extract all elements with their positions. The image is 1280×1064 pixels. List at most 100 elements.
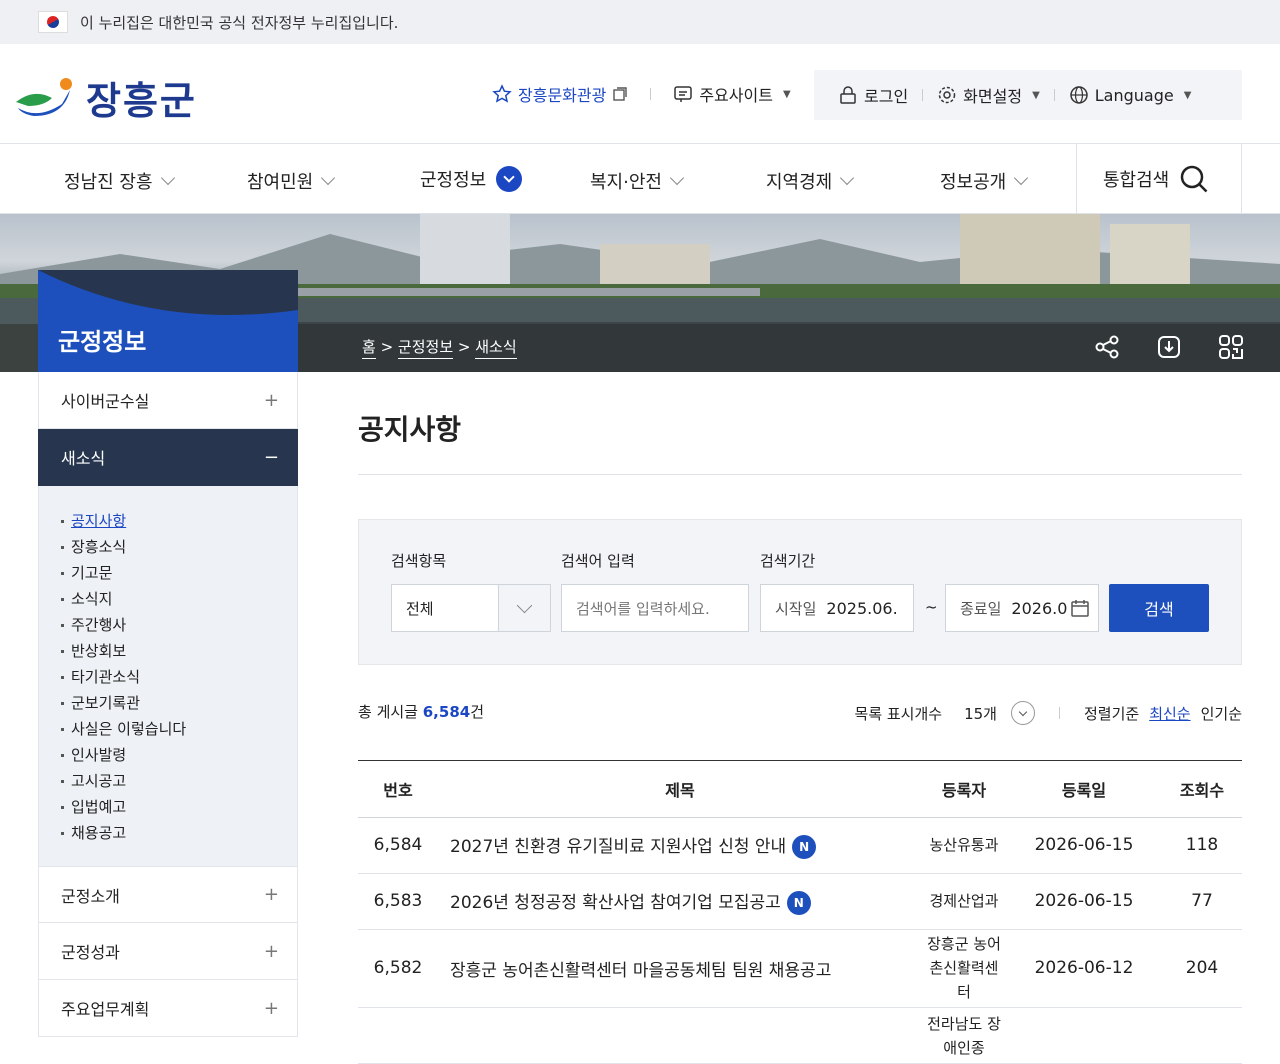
gnb-item-jeongnamjin[interactable]: 정남진 장흥 — [64, 168, 175, 194]
sort-popular[interactable]: 인기순 — [1201, 703, 1242, 724]
share-icon[interactable] — [1094, 334, 1120, 360]
per-page-label: 목록 표시개수 — [854, 704, 943, 723]
submenu-item[interactable]: 장흥소식 — [61, 534, 297, 560]
col-views: 조회수 — [1162, 761, 1242, 818]
submenu-item[interactable]: 타기관소식 — [61, 664, 297, 690]
total-search-button[interactable]: 통합검색 — [1076, 144, 1242, 214]
plus-icon: + — [263, 884, 279, 905]
sidebar-item-news[interactable]: 새소식 − — [38, 429, 298, 486]
gnb-item-economy[interactable]: 지역경제 — [766, 168, 855, 194]
sidebar: 사이버군수실 + 새소식 − 공지사항 장흥소식 기고문 소식지 주간행사 반상회보… — [38, 372, 298, 1037]
qr-code-icon[interactable] — [1218, 334, 1244, 360]
notice-table: 번호 제목 등록자 등록일 조회수 6,584 2027년 친환경 유기질비료 … — [358, 761, 1242, 1064]
lock-icon — [840, 86, 856, 104]
keyword-input[interactable]: 검색어를 입력하세요. — [561, 584, 749, 632]
table-row[interactable]: 6,582 장흥군 농어촌신활력센터 마을공동체팀 팀원 채용공고 장흥군 농어… — [358, 929, 1242, 1008]
end-date-input[interactable]: 종료일 2026.0 — [945, 584, 1099, 632]
submenu-item[interactable]: 고시공고 — [61, 768, 297, 794]
per-page-value[interactable]: 15개 — [964, 703, 997, 724]
sidebar-item-county-intro[interactable]: 군정소개 + — [38, 866, 298, 923]
submenu-item[interactable]: 군보기록관 — [61, 690, 297, 716]
chevron-down-icon — [321, 170, 336, 186]
col-number: 번호 — [358, 761, 438, 818]
breadcrumb: 홈 > 군정정보 > 새소식 — [362, 336, 517, 359]
gear-icon — [938, 86, 956, 104]
gnb-item-county-info[interactable]: 군정정보 — [420, 166, 523, 192]
main-nav: 정남진 장흥 참여민원 군정정보 복지·안전 지역경제 정보공개 통합검색 — [0, 144, 1280, 214]
sidebar-item-achievements[interactable]: 군정성과 + — [38, 923, 298, 980]
submenu-item[interactable]: 반상회보 — [61, 638, 297, 664]
table-row[interactable]: 전라남도 장애인종 — [358, 1007, 1242, 1064]
gnb-item-disclosure[interactable]: 정보공개 — [940, 168, 1029, 194]
list-controls: 목록 표시개수 15개 정렬기준 최신순 인기순 — [855, 701, 1242, 725]
page-tools — [1094, 334, 1244, 360]
breadcrumb-county-info[interactable]: 군정정보 — [397, 338, 454, 359]
period-label: 검색기간 — [760, 552, 816, 570]
submenu-item[interactable]: 입법예고 — [61, 794, 297, 820]
submenu-item[interactable]: 주간행사 — [61, 612, 297, 638]
screen-settings-dropdown[interactable]: 화면설정 ▼ — [937, 83, 1040, 107]
breadcrumb-news[interactable]: 새소식 — [475, 338, 517, 359]
table-row[interactable]: 6,584 2027년 친환경 유기질비료 지원사업 신청 안내 N 농산유통과 … — [358, 817, 1242, 874]
search-box: 검색항목 검색어 입력 검색기간 전체 검색어를 입력하세요. 시작일 2025… — [358, 519, 1242, 665]
caret-down-icon: ▼ — [1183, 89, 1192, 101]
start-date-input[interactable]: 시작일 2025.06. — [760, 584, 914, 632]
caret-down-icon: ▼ — [782, 88, 791, 100]
post-title-link[interactable]: 2026년 청정공정 확산사업 참여기업 모집공고 N — [438, 873, 922, 930]
category-select[interactable]: 전체 — [391, 584, 551, 632]
download-icon[interactable] — [1156, 334, 1182, 360]
col-date: 등록일 — [1006, 761, 1162, 818]
chevron-down-icon — [1014, 170, 1029, 186]
gnb-item-participation[interactable]: 참여민원 — [247, 168, 336, 194]
total-count: 총 게시글 6,584건 — [358, 703, 485, 721]
new-badge: N — [792, 834, 817, 859]
list-info-bar: 총 게시글 6,584건 목록 표시개수 15개 정렬기준 최신순 인기순 — [358, 665, 1242, 761]
new-window-icon — [613, 87, 628, 101]
sidebar-item-cyber-office[interactable]: 사이버군수실 + — [38, 372, 298, 429]
plus-icon: + — [263, 940, 279, 962]
plus-icon: + — [263, 389, 279, 411]
gov-banner-text: 이 누리집은 대한민국 공식 전자정부 누리집입니다. — [80, 13, 399, 32]
search-icon — [1181, 165, 1208, 193]
keyword-label: 검색어 입력 — [561, 552, 635, 570]
plus-icon: + — [263, 997, 279, 1019]
submenu-item[interactable]: 소식지 — [61, 586, 297, 612]
submenu-item[interactable]: 채용공고 — [61, 820, 297, 846]
submenu-item-notice[interactable]: 공지사항 — [61, 508, 297, 534]
main-sites-dropdown[interactable]: 주요사이트 ▼ — [673, 82, 791, 106]
date-separator: ~ — [925, 598, 938, 616]
post-title-link[interactable]: 장흥군 농어촌신활력센터 마을공동체팀 팀원 채용공고 — [438, 929, 922, 1008]
search-button[interactable]: 검색 — [1109, 584, 1209, 632]
login-button[interactable]: 로그인 — [838, 83, 908, 107]
sidebar-item-work-plan[interactable]: 주요업무계획 + — [38, 980, 298, 1037]
sidebar-submenu: 공지사항 장흥소식 기고문 소식지 주간행사 반상회보 타기관소식 군보기록관 … — [38, 486, 298, 866]
table-row[interactable]: 6,583 2026년 청정공정 확산사업 참여기업 모집공고 N 경제산업과 2… — [358, 873, 1242, 930]
sort-latest[interactable]: 최신순 — [1149, 703, 1190, 724]
site-header: 장흥군 장흥문화관광 주요사이트 ▼ 로그인 화면설정 ▼ Language ▼ — [0, 44, 1280, 144]
col-author: 등록자 — [922, 761, 1006, 818]
sort-label: 정렬기준 — [1083, 704, 1140, 723]
per-page-chevron-icon[interactable] — [1010, 701, 1035, 725]
jangheung-logo-icon — [16, 77, 72, 116]
submenu-item[interactable]: 인사발령 — [61, 742, 297, 768]
caret-down-icon: ▼ — [1032, 89, 1040, 101]
logo-text: 장흥군 — [86, 79, 197, 123]
sites-icon — [674, 86, 693, 102]
language-dropdown[interactable]: Language ▼ — [1069, 85, 1192, 105]
submenu-item[interactable]: 사실은 이렇습니다 — [61, 716, 297, 742]
content: 공지사항 검색항목 검색어 입력 검색기간 전체 검색어를 입력하세요. 시작일… — [358, 372, 1242, 1064]
star-icon — [492, 84, 512, 103]
breadcrumb-home[interactable]: 홈 — [362, 338, 376, 359]
category-label: 검색항목 — [391, 552, 447, 570]
gnb-item-welfare[interactable]: 복지·안전 — [590, 168, 685, 194]
gov-banner: 이 누리집은 대한민국 공식 전자정부 누리집입니다. — [0, 0, 1280, 44]
site-logo[interactable]: 장흥군 — [14, 70, 197, 125]
chevron-down-active-icon — [496, 166, 523, 192]
post-title-link[interactable]: 2027년 친환경 유기질비료 지원사업 신청 안내 N — [438, 817, 922, 874]
culture-link[interactable]: 장흥문화관광 — [492, 82, 628, 106]
col-title: 제목 — [438, 761, 922, 818]
section-title-box: 군정정보 — [38, 270, 298, 372]
submenu-item[interactable]: 기고문 — [61, 560, 297, 586]
page-title: 공지사항 — [358, 408, 1242, 475]
calendar-icon[interactable] — [1070, 598, 1090, 618]
